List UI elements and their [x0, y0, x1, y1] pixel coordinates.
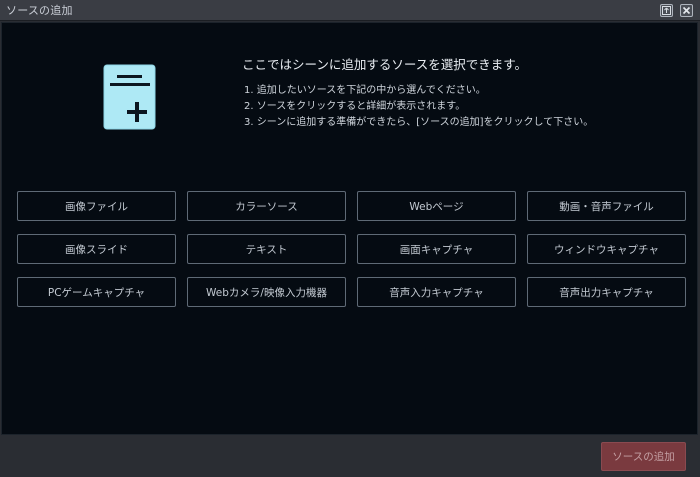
window-title: ソースの追加 [6, 4, 73, 17]
footer-bar: ソースの追加 [0, 436, 700, 477]
source-type-grid: 画像ファイル カラーソース Webページ 動画・音声ファイル 画像スライド テキ… [17, 191, 686, 307]
source-media-file-button[interactable]: 動画・音声ファイル [527, 191, 686, 221]
add-source-button[interactable]: ソースの追加 [601, 442, 686, 471]
source-webcam-button[interactable]: Webカメラ/映像入力機器 [187, 277, 346, 307]
source-audio-output-button[interactable]: 音声出力キャプチャ [527, 277, 686, 307]
source-webpage-button[interactable]: Webページ [357, 191, 516, 221]
restore-icon[interactable] [660, 4, 673, 17]
source-image-slide-button[interactable]: 画像スライド [17, 234, 176, 264]
instruction-list: 1. 追加したいソースを下記の中から選んでください。 2. ソースをクリックする… [244, 83, 593, 131]
source-game-capture-button[interactable]: PCゲームキャプチャ [17, 277, 176, 307]
source-window-capture-button[interactable]: ウィンドウキャプチャ [527, 234, 686, 264]
add-source-document-icon [103, 64, 156, 130]
main-panel: ここではシーンに追加するソースを選択できます。 1. 追加したいソースを下記の中… [1, 22, 698, 435]
source-image-file-button[interactable]: 画像ファイル [17, 191, 176, 221]
source-screen-capture-button[interactable]: 画面キャプチャ [357, 234, 516, 264]
close-icon[interactable] [680, 4, 693, 17]
instruction-step: 3. シーンに追加する準備ができたら、[ソースの追加]をクリックして下さい。 [244, 117, 594, 128]
source-audio-input-button[interactable]: 音声入力キャプチャ [357, 277, 516, 307]
source-text-button[interactable]: テキスト [187, 234, 346, 264]
title-bar: ソースの追加 [0, 0, 700, 21]
source-color-button[interactable]: カラーソース [187, 191, 346, 221]
instruction-step: 1. 追加したいソースを下記の中から選んでください。 [244, 85, 486, 96]
instruction-step: 2. ソースをクリックすると詳細が表示されます。 [244, 101, 466, 112]
intro-heading: ここではシーンに追加するソースを選択できます。 [242, 57, 528, 72]
